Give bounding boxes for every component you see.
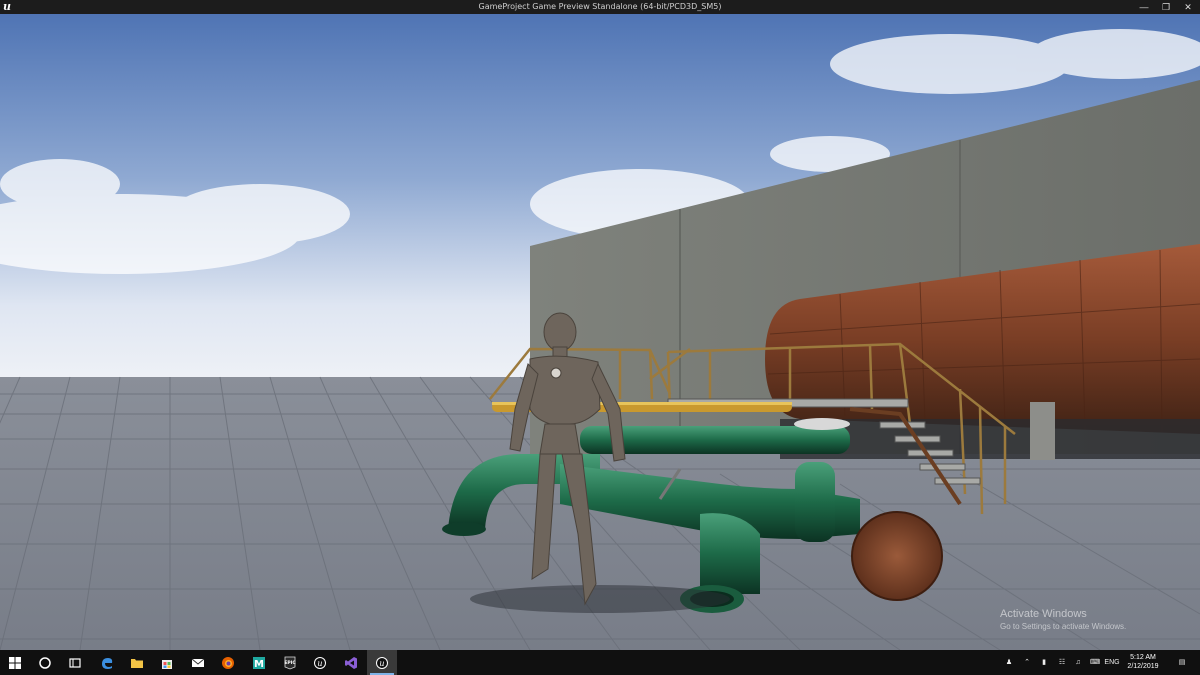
chevron-up-icon[interactable]: ⌃ <box>1020 650 1034 675</box>
close-icon[interactable]: ✕ <box>1180 0 1196 14</box>
volume-icon[interactable]: ♫ <box>1070 650 1086 675</box>
file-explorer-button[interactable] <box>122 650 152 675</box>
visual-studio-icon <box>345 656 357 669</box>
task-view-icon <box>69 657 81 668</box>
svg-text:u: u <box>379 659 384 668</box>
start-button[interactable] <box>0 650 30 675</box>
visual-studio-button[interactable] <box>336 650 366 675</box>
clock[interactable]: 5:12 AM 2/12/2019 <box>1118 653 1168 671</box>
minimize-icon[interactable]: — <box>1136 0 1152 14</box>
edge-icon <box>102 657 113 669</box>
store-bag-icon <box>162 659 172 669</box>
battery-icon[interactable]: ▮ <box>1036 650 1052 675</box>
network-icon[interactable]: ☷ <box>1054 650 1070 675</box>
window-title: GameProject Game Preview Standalone (64-… <box>478 2 722 11</box>
epic-games-icon: EPIC <box>284 656 296 669</box>
store-button[interactable] <box>152 650 182 675</box>
unreal-icon: u <box>314 656 326 669</box>
folder-icon <box>131 658 143 668</box>
svg-text:M: M <box>254 659 264 670</box>
clock-date: 2/12/2019 <box>1127 663 1159 670</box>
people-icon[interactable]: ♟ <box>1000 650 1018 675</box>
mail-icon <box>191 658 205 667</box>
unreal-game-button[interactable]: u <box>367 650 397 675</box>
maya-icon: M <box>253 656 265 670</box>
cortana-circle-icon <box>39 656 51 669</box>
svg-text:EPIC: EPIC <box>284 660 296 666</box>
pipe-flange <box>851 511 943 601</box>
epic-games-button[interactable]: EPIC <box>275 650 305 675</box>
mail-button[interactable] <box>183 650 213 675</box>
activate-windows-subtitle: Go to Settings to activate Windows. <box>1000 622 1127 631</box>
windows-start-icon <box>9 656 21 669</box>
svg-text:u: u <box>317 659 322 668</box>
edge-button[interactable] <box>92 650 122 675</box>
keyboard-icon[interactable]: ⌨ <box>1086 650 1104 675</box>
clock-time: 5:12 AM <box>1130 654 1156 661</box>
unreal-editor-button[interactable]: u <box>305 650 335 675</box>
search-button[interactable] <box>30 650 60 675</box>
game-viewport[interactable]: Activate Windows Go to Settings to activ… <box>0 14 1200 650</box>
restore-icon[interactable]: ❐ <box>1158 0 1174 14</box>
maya-button[interactable]: M <box>244 650 274 675</box>
task-view-button[interactable] <box>60 650 90 675</box>
firefox-button[interactable] <box>213 650 243 675</box>
notifications-icon[interactable]: ▤ <box>1172 650 1192 675</box>
concrete-post <box>1030 402 1055 460</box>
window-title-bar[interactable]: u GameProject Game Preview Standalone (6… <box>0 0 1200 14</box>
firefox-icon <box>222 656 234 669</box>
unreal-icon: u <box>376 656 388 669</box>
windows-taskbar: M EPIC u u ♟ ⌃ ▮ ☷ ♫ ⌨ ENG 5:12 AM 2/12/… <box>0 650 1200 675</box>
activate-windows-title: Activate Windows <box>1000 608 1087 620</box>
